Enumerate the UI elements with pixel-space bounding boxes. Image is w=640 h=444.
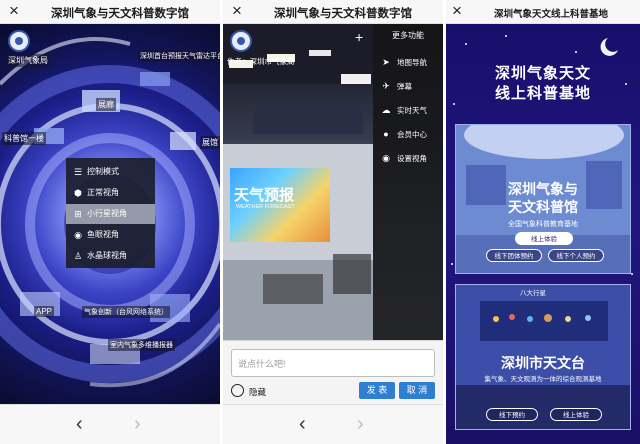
sliders-icon: ☰ [73, 167, 83, 177]
cube-icon: ⬢ [74, 188, 82, 198]
museum-logo [8, 30, 30, 52]
user-icon: ● [383, 129, 389, 139]
title-bar: × 深圳气象与天文科普数字馆 [0, 0, 220, 24]
online-experience-button[interactable]: 线上体验 [515, 232, 573, 245]
headline-line-2: 线上科普基地 [494, 85, 591, 102]
bottom-nav-bar: ‹ › [223, 404, 443, 444]
menu-item-member-center[interactable]: ● 会员中心 [373, 124, 443, 144]
menu-item-crystal-ball-view[interactable]: ♙ 水晶球视角 [66, 246, 155, 266]
crystal-ball-icon: ♙ [73, 251, 83, 261]
hide-icon [231, 384, 244, 397]
personal-booking-button[interactable]: 线下个人预约 [548, 249, 604, 262]
menu-item-map-navigation[interactable]: ➤ 地图导航 [373, 52, 443, 72]
card-science-museum[interactable]: 深圳气象与 天文科普馆 全国气象科普教育基地 线上体验 线下团体预约 线下个人预… [455, 124, 631, 274]
little-planet-view[interactable]: 深圳气象局 深圳首台预报天气雷达平台 科普馆一楼 展廊 展馆 APP 气象创新（… [0, 24, 220, 404]
title-bar: × 深圳气象天文线上科普基地 [446, 0, 640, 24]
cloud-icon: ☁ [381, 105, 391, 115]
hotspot-label[interactable]: 展廊 [96, 98, 116, 111]
hotspot-label[interactable]: 科普馆一楼 [2, 132, 46, 145]
base-landing-page: 深圳气象天文 线上科普基地 深圳气象与 天文科普馆 全国气象科普教育基地 线上体… [446, 24, 640, 444]
back-arrow-icon[interactable]: ‹ [299, 413, 306, 435]
menu-item-normal-view[interactable]: ⬢ 正常视角 [66, 183, 155, 203]
view-mode-menu: ☰ 控制模式 ⬢ 正常视角 ⊞ 小行星视角 ◉ 鱼眼视角 ♙ 水晶球视角 [66, 158, 155, 268]
group-booking-button[interactable]: 线下团体预约 [486, 249, 542, 262]
vr-menu-panel: × 深圳气象与天文科普数字馆 深圳气象局 深圳首台预报天气雷达平台 科普馆一楼 … [0, 0, 220, 444]
globe-icon: ⊞ [74, 209, 82, 219]
offline-booking-button[interactable]: 线下预约 [486, 408, 538, 421]
menu-title: 更多功能 [392, 31, 424, 40]
comment-area: 说点什么吧! 隐藏 发 表 取 消 [223, 340, 443, 404]
plus-icon[interactable]: + [355, 30, 363, 44]
museum-logo [230, 30, 252, 52]
card-subtitle: 集气象、天文观测为一体的综合观测基地 [484, 376, 602, 383]
hotspot-label[interactable]: 气象创新（台风网络系统） [82, 306, 170, 318]
hotspot-label[interactable]: 深圳气象局 [6, 54, 50, 67]
forward-arrow-icon[interactable]: › [134, 413, 141, 435]
headline-line-1: 深圳气象天文 [494, 65, 591, 82]
page-title: 深圳气象与天文科普数字馆 [51, 8, 189, 20]
fisheye-icon: ◉ [74, 230, 82, 240]
author-label: 作者：深圳市气象局 [227, 57, 295, 66]
close-icon[interactable]: × [229, 2, 245, 20]
send-icon: ✈ [382, 81, 390, 91]
back-arrow-icon[interactable]: ‹ [76, 413, 83, 435]
title-bar: × 深圳气象与天文科普数字馆 [223, 0, 443, 24]
page-title: 深圳气象天文线上科普基地 [493, 9, 608, 20]
comment-input[interactable]: 说点什么吧! [231, 349, 435, 377]
close-icon[interactable]: × [6, 2, 22, 20]
forward-arrow-icon[interactable]: › [357, 413, 364, 435]
card-title: 深圳市天文台 [501, 355, 585, 371]
menu-item-view-settings[interactable]: ◉ 设置视角 [373, 148, 443, 168]
hotspot-label[interactable]: APP [34, 306, 55, 317]
hotspot-label[interactable]: 室内气象多维播报器 [108, 339, 175, 351]
hotspot-label[interactable]: 展馆 [200, 136, 220, 149]
send-button[interactable]: 发 表 [359, 382, 395, 399]
card-observatory[interactable]: 八大行星 深圳市天文台 集气象、天文观测为一体的综合观测基地 线下预约 线上体验 [455, 284, 631, 430]
menu-item-control-mode[interactable]: ☰ 控制模式 [66, 162, 155, 182]
base-panel: × 深圳气象天文线上科普基地 深圳气象天文 线上科普基地 深圳气象与 天文科普馆… [446, 0, 640, 444]
menu-item-live-weather[interactable]: ☁ 实时天气 [373, 100, 443, 120]
bottom-nav-bar: ‹ › [0, 404, 220, 444]
navigation-icon: ➤ [382, 57, 390, 67]
more-functions-menu: 更多功能 ➤ 地图导航 ✈ 弹幕 ☁ 实时天气 ● 会员中心 ◉ 设置视角 [373, 24, 443, 340]
planets-sign: 八大行星 [520, 290, 546, 297]
online-experience-button[interactable]: 线上体验 [550, 408, 602, 421]
menu-item-little-planet-view[interactable]: ⊞ 小行星视角 [66, 204, 155, 224]
menu-item-danmaku[interactable]: ✈ 弹幕 [373, 76, 443, 96]
card-title-line-1: 深圳气象与 [508, 181, 578, 197]
weather-screen: 天气预报 WEATHER FORECAST [230, 168, 330, 242]
studio-view[interactable]: 天气预报 WEATHER FORECAST 作者：深圳市气象局 + 更多功能 ➤… [223, 24, 443, 340]
cancel-button[interactable]: 取 消 [399, 382, 435, 399]
menu-item-fisheye-view[interactable]: ◉ 鱼眼视角 [66, 225, 155, 245]
close-icon[interactable]: × [449, 2, 465, 20]
eye-icon: ◉ [382, 153, 390, 163]
studio-panel: × 深圳气象与天文科普数字馆 天气预报 WEATHER FORECAST 作者：… [223, 0, 443, 444]
hotspot-label[interactable]: 深圳首台预报天气雷达平台 [138, 50, 220, 62]
card-subtitle: 全国气象科普教育基地 [508, 221, 578, 228]
page-title: 深圳气象与天文科普数字馆 [274, 8, 412, 20]
card-title-line-2: 天文科普馆 [508, 199, 578, 215]
screenshot-stage: × 深圳气象与天文科普数字馆 深圳气象局 深圳首台预报天气雷达平台 科普馆一楼 … [0, 0, 640, 444]
